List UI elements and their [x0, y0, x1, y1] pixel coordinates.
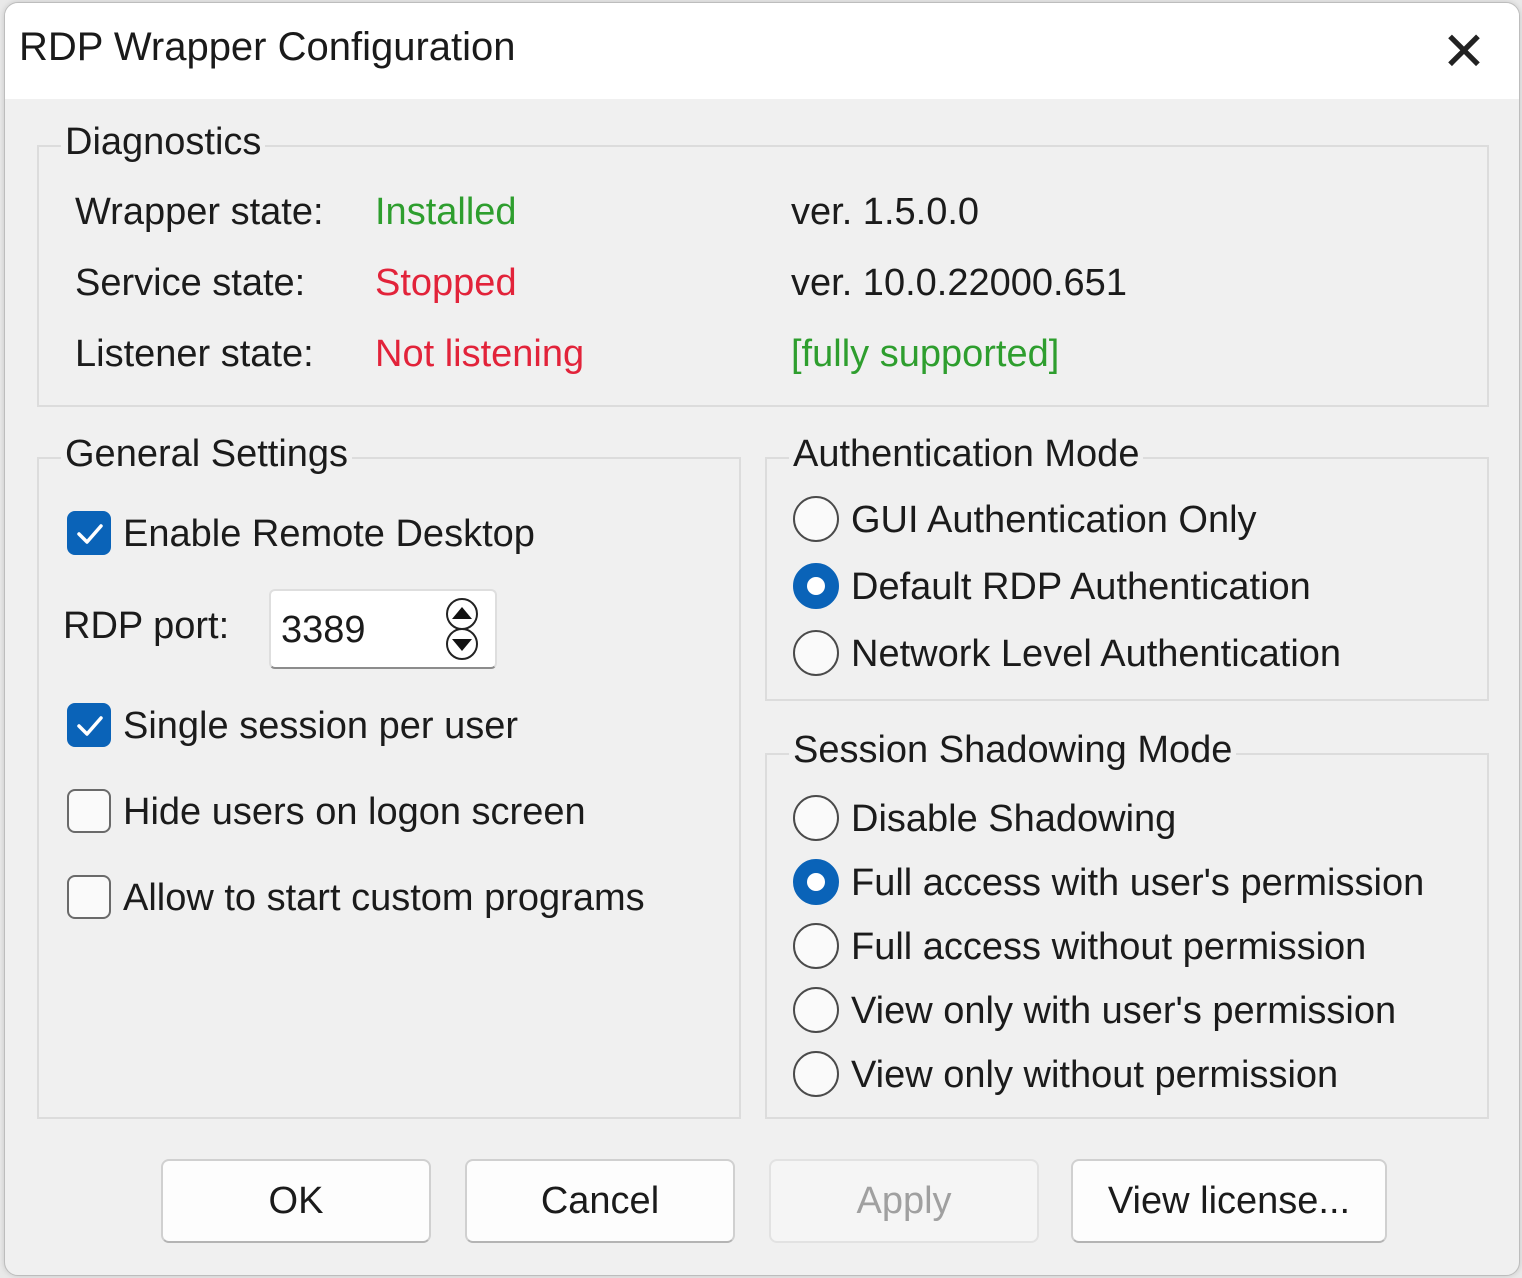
checkmark-icon: [77, 716, 103, 736]
enable-remote-desktop-checkbox[interactable]: [67, 511, 111, 555]
authentication-mode-label: Authentication Mode: [789, 433, 1144, 476]
full-access-without-permission-label[interactable]: Full access without permission: [851, 926, 1366, 969]
checkmark-icon: [77, 524, 103, 544]
window-title: RDP Wrapper Configuration: [19, 25, 516, 69]
close-icon[interactable]: ✕: [1429, 17, 1499, 87]
hide-users-label[interactable]: Hide users on logon screen: [123, 791, 586, 834]
arrow-up-icon: [446, 598, 478, 630]
hide-users-checkbox[interactable]: [67, 789, 111, 833]
view-only-without-permission-label[interactable]: View only without permission: [851, 1054, 1338, 1097]
disable-shadowing-label[interactable]: Disable Shadowing: [851, 798, 1176, 841]
radio-network-level-authentication[interactable]: [793, 630, 839, 676]
service-state-value: Stopped: [375, 262, 517, 304]
radio-full-access-with-permission[interactable]: [793, 859, 839, 905]
radio-view-only-with-permission[interactable]: [793, 987, 839, 1033]
ok-button[interactable]: OK: [161, 1159, 431, 1243]
rdp-port-stepper[interactable]: [269, 589, 497, 669]
network-level-authentication-label[interactable]: Network Level Authentication: [851, 633, 1341, 676]
gui-authentication-label[interactable]: GUI Authentication Only: [851, 499, 1257, 542]
session-shadowing-label: Session Shadowing Mode: [789, 729, 1237, 772]
rdp-port-label: RDP port:: [63, 605, 230, 647]
service-version: ver. 10.0.22000.651: [791, 262, 1127, 304]
service-state-label: Service state:: [75, 262, 306, 304]
arrow-down-icon: [446, 628, 478, 660]
rdp-port-input[interactable]: [279, 601, 433, 659]
view-only-with-permission-label[interactable]: View only with user's permission: [851, 990, 1396, 1033]
apply-button: Apply: [769, 1159, 1039, 1243]
radio-default-rdp-authentication[interactable]: [793, 563, 839, 609]
cancel-button[interactable]: Cancel: [465, 1159, 735, 1243]
listener-state-value: Not listening: [375, 333, 585, 375]
support-status: [fully supported]: [791, 333, 1060, 375]
port-increment-button[interactable]: [439, 597, 485, 631]
general-settings-label: General Settings: [61, 433, 353, 476]
default-rdp-authentication-label[interactable]: Default RDP Authentication: [851, 566, 1311, 609]
rdp-wrapper-window: RDP Wrapper Configuration ✕ Diagnostics …: [4, 2, 1520, 1276]
view-license-button[interactable]: View license...: [1071, 1159, 1387, 1243]
listener-state-label: Listener state:: [75, 333, 314, 375]
wrapper-version: ver. 1.5.0.0: [791, 191, 980, 233]
radio-full-access-without-permission[interactable]: [793, 923, 839, 969]
enable-remote-desktop-label[interactable]: Enable Remote Desktop: [123, 513, 535, 556]
wrapper-state-label: Wrapper state:: [75, 191, 324, 233]
single-session-checkbox[interactable]: [67, 703, 111, 747]
radio-view-only-without-permission[interactable]: [793, 1051, 839, 1097]
general-settings-group: General Settings: [37, 433, 741, 1119]
radio-disable-shadowing[interactable]: [793, 795, 839, 841]
custom-programs-label[interactable]: Allow to start custom programs: [123, 877, 645, 920]
diagnostics-label: Diagnostics: [61, 121, 266, 164]
title-bar: RDP Wrapper Configuration ✕: [5, 3, 1519, 99]
port-decrement-button[interactable]: [439, 627, 485, 661]
custom-programs-checkbox[interactable]: [67, 875, 111, 919]
wrapper-state-value: Installed: [375, 191, 517, 233]
single-session-label[interactable]: Single session per user: [123, 705, 518, 748]
radio-gui-authentication[interactable]: [793, 496, 839, 542]
full-access-with-permission-label[interactable]: Full access with user's permission: [851, 862, 1424, 905]
